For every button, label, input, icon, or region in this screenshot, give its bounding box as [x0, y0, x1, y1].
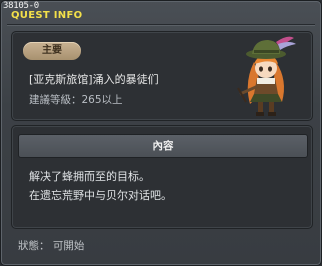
content-line: 解决了蜂拥而至的目标。 [29, 170, 150, 183]
content-header: 內容 [18, 134, 308, 158]
quest-type-badge: 主要 [23, 42, 81, 60]
quest-level-requirement: 建議等級：265以上 [29, 94, 123, 106]
quest-summary-panel: 主要 [亚克斯旅馆]涌入的暴徒们 建議等級：265以上 [11, 31, 313, 121]
quest-info-window: 38105-0 QUEST INFO 主要 [亚克斯旅馆]涌入的暴徒们 建議等級… [0, 0, 322, 266]
quest-content-panel: 內容 解决了蜂拥而至的目标。 在遗忘荒野中与贝尔对话吧。 [11, 125, 313, 229]
quest-name: [亚克斯旅馆]涌入的暴徒们 [29, 73, 159, 86]
window-title: QUEST INFO [11, 10, 83, 21]
content-line: 在遗忘荒野中与贝尔对话吧。 [29, 189, 172, 202]
quest-status: 狀態： 可開始 [18, 240, 85, 252]
npc-portrait-icon [237, 36, 296, 116]
title-divider-highlight [7, 25, 315, 26]
